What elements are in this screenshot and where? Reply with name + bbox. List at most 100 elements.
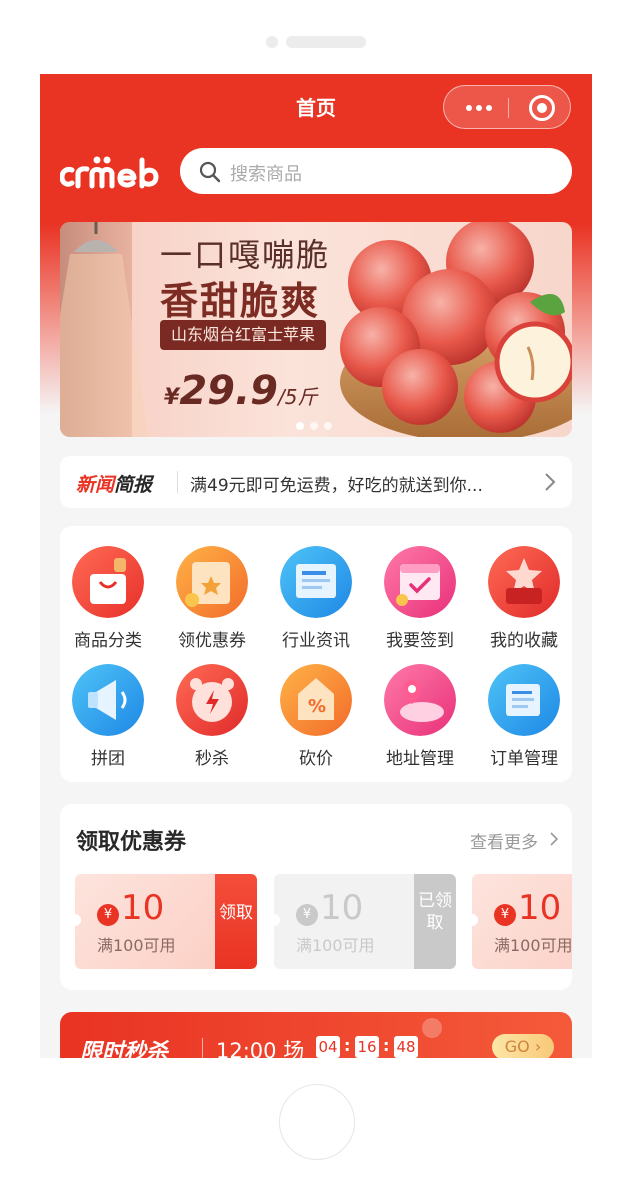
camera-dot [266, 36, 278, 48]
crmeb-logo [60, 156, 159, 189]
chevron-right-icon [545, 473, 556, 491]
claim-coupon-button[interactable]: 领取 [215, 874, 257, 969]
speaker-slot [286, 36, 366, 48]
menu-label: 商品分类 [74, 631, 142, 651]
app-screen: 首页 搜索商品 一口嘎嘣脆 香甜脆爽 山东烟台红富士苹果 ¥29.9/5斤 新闻… [40, 74, 592, 1058]
coupon-ticket-icon [176, 546, 248, 618]
countdown-hours: 04 [316, 1036, 340, 1058]
search-placeholder: 搜索商品 [230, 164, 302, 185]
svg-text:%: % [308, 696, 326, 717]
pagination-dot[interactable] [324, 422, 332, 430]
menu-item-group-buy[interactable]: 拼团 [56, 664, 160, 774]
pagination-dot[interactable] [296, 422, 304, 430]
menu-item-flash-sale[interactable]: 秒杀 [160, 664, 264, 774]
decorative-bubble [422, 1018, 442, 1038]
countdown-seconds: 48 [394, 1036, 418, 1058]
coupon-condition: 满100可用 [494, 936, 572, 955]
countdown-separator: : [344, 1036, 351, 1055]
pagination-dot[interactable] [310, 422, 318, 430]
news-headline: 满49元即可免运费，好吃的就送到你... [190, 476, 483, 496]
more-menu-icon[interactable] [466, 105, 492, 111]
menu-label: 领优惠券 [178, 631, 246, 651]
calendar-check-icon [384, 546, 456, 618]
menu-item-coupons[interactable]: 领优惠券 [160, 546, 264, 656]
phone-frame: 首页 搜索商品 一口嘎嘣脆 香甜脆爽 山东烟台红富士苹果 ¥29.9/5斤 新闻… [0, 0, 630, 1180]
search-icon [199, 161, 221, 183]
banner-slogan: 香甜脆爽 [160, 279, 321, 323]
coupon-body: ¥ 10 满100可用 [75, 874, 215, 969]
coupon-amount: 10 [121, 888, 165, 928]
menu-label: 我的收藏 [490, 631, 558, 651]
lightning-clock-icon [176, 664, 248, 736]
banner-price-unit: /5斤 [278, 385, 318, 409]
menu-label: 砍价 [299, 749, 333, 769]
coupon-card[interactable]: ¥ 10 满100可用 领取 [75, 874, 257, 969]
news-brand-dark: 简报 [114, 474, 153, 496]
coupon-section: 领取优惠券 查看更多 ¥ 10 满100可用 领取 ¥ 10 满100可用 已领… [60, 804, 572, 990]
menu-item-address[interactable]: 地址管理 [368, 664, 472, 774]
menu-item-bargain[interactable]: % 砍价 [264, 664, 368, 774]
location-pin-icon [384, 664, 456, 736]
order-list-icon [488, 664, 560, 736]
coupon-body: ¥ 10 满100可用 [472, 874, 572, 969]
yen-badge: ¥ [97, 904, 119, 926]
capsule-divider [508, 98, 509, 118]
banner-price: ¥29.9/5斤 [164, 368, 317, 414]
shopping-bag-icon [72, 546, 144, 618]
coupon-notch [274, 914, 280, 926]
home-button[interactable] [279, 1084, 355, 1160]
coupon-notch [75, 914, 81, 926]
coupon-card[interactable]: ¥ 10 满100可用 [472, 874, 572, 969]
search-input[interactable]: 搜索商品 [180, 148, 572, 194]
coupon-body: ¥ 10 满100可用 [274, 874, 414, 969]
banner-price-value: 29.9 [179, 368, 279, 414]
chevron-right-icon [550, 832, 558, 846]
flash-sale-title: 限时秒杀 [80, 1040, 169, 1058]
menu-label: 订单管理 [490, 749, 558, 769]
yen-badge: ¥ [494, 904, 516, 926]
banner-pagination [296, 415, 338, 434]
menu-label: 秒杀 [195, 749, 229, 769]
percent-tag-icon: % [280, 664, 352, 736]
coupon-condition: 满100可用 [296, 936, 375, 955]
section-title: 领取优惠券 [76, 830, 187, 855]
menu-label: 地址管理 [386, 749, 454, 769]
quick-menu: 商品分类 领优惠券 行业资讯 我要签到 我的收藏 拼团 秒杀 % 砍价 地址管理… [60, 526, 572, 782]
coupon-action-label: 已领取 [418, 891, 452, 933]
flash-sale-section[interactable]: 限时秒杀 12:00 场 04 : 16 : 48 GO › [60, 1012, 572, 1058]
close-mini-program-icon[interactable] [529, 95, 555, 121]
menu-item-orders[interactable]: 订单管理 [472, 664, 576, 774]
menu-item-news[interactable]: 行业资讯 [264, 546, 368, 656]
countdown-separator: : [383, 1036, 390, 1055]
menu-item-favorites[interactable]: 我的收藏 [472, 546, 576, 656]
yen-badge: ¥ [296, 904, 318, 926]
star-box-icon [488, 546, 560, 618]
menu-item-checkin[interactable]: 我要签到 [368, 546, 472, 656]
see-more-link[interactable]: 查看更多 [470, 828, 538, 853]
mini-program-capsule [443, 85, 571, 129]
flash-sale-session: 12:00 场 [216, 1039, 305, 1058]
chevron-right-icon: › [529, 1037, 542, 1056]
coupon-card[interactable]: ¥ 10 满100可用 已领取 [274, 874, 456, 969]
news-brand-red: 新闻 [76, 474, 115, 496]
menu-label: 我要签到 [386, 631, 454, 651]
banner-product-tag: 山东烟台红富士苹果 [160, 320, 326, 350]
flash-sale-go-button[interactable]: GO › [492, 1034, 554, 1058]
countdown-minutes: 16 [355, 1036, 379, 1058]
coupon-condition: 满100可用 [97, 936, 176, 955]
news-document-icon [280, 546, 352, 618]
coupon-amount: 10 [320, 888, 364, 928]
menu-label: 拼团 [91, 749, 125, 769]
go-label: GO [504, 1037, 530, 1056]
news-divider [177, 471, 178, 493]
menu-label: 行业资讯 [282, 631, 350, 651]
promo-banner[interactable]: 一口嘎嘣脆 香甜脆爽 山东烟台红富士苹果 ¥29.9/5斤 [60, 222, 572, 437]
banner-price-symbol: ¥ [164, 385, 180, 410]
menu-item-category[interactable]: 商品分类 [56, 546, 160, 656]
news-bulletin[interactable]: 新闻简报 满49元即可免运费，好吃的就送到你... [60, 456, 572, 508]
news-brand: 新闻简报 [76, 470, 152, 497]
coupon-action-label: 领取 [219, 903, 253, 923]
megaphone-icon [72, 664, 144, 736]
claimed-coupon-badge: 已领取 [414, 874, 456, 969]
flash-sale-divider [202, 1038, 203, 1058]
